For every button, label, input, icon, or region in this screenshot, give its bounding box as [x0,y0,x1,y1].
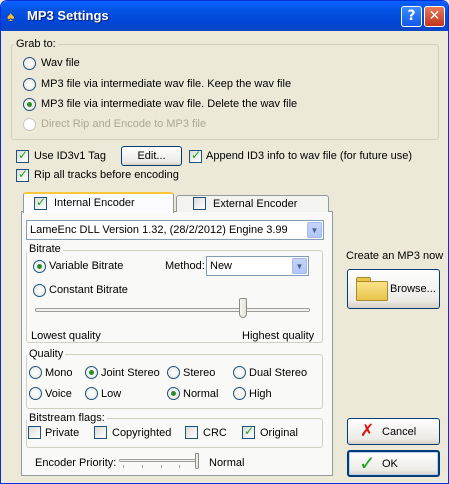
high-label[interactable]: High [249,388,272,401]
method-value: New [210,260,233,272]
original-checkbox[interactable] [242,424,255,439]
create-mp3-label: Create an MP3 now [346,250,444,262]
voice-label[interactable]: Voice [45,388,72,401]
priority-tick [161,465,162,468]
cancel-button[interactable]: ✗ Cancel [347,418,440,445]
radio-direct-rip [23,118,36,131]
variable-bitrate-label[interactable]: Variable Bitrate [49,260,123,273]
use-id3-label[interactable]: Use ID3v1 Tag [34,150,106,163]
internal-encoder-checkbox[interactable] [34,195,47,210]
original-label[interactable]: Original [260,427,298,440]
crc-checkbox[interactable] [185,426,198,439]
priority-slider-thumb[interactable] [195,453,199,469]
tab-external-encoder-label: External Encoder [213,198,298,210]
bitstream-flags-legend: Bitstream flags: [27,412,107,424]
private-checkbox[interactable] [28,426,41,439]
chevron-down-icon[interactable]: ▼ [292,258,307,274]
priority-value-label: Normal [209,457,245,469]
method-select[interactable]: New ▼ [206,256,309,276]
rip-all-label[interactable]: Rip all tracks before encoding [34,169,179,182]
append-id3-label[interactable]: Append ID3 info to wav file (for future … [206,150,412,163]
window-title: MP3 Settings [27,8,109,23]
low-label[interactable]: Low [101,388,121,401]
radio-mp3-delete-wav[interactable] [23,98,36,111]
edit-id3-button[interactable]: Edit... [121,146,182,166]
edit-id3-button-label: Edit... [137,150,166,162]
radio-dual-stereo[interactable] [233,366,246,379]
stereo-label[interactable]: Stereo [183,367,215,380]
copyrighted-checkbox[interactable] [94,426,107,439]
checkmark-icon: ✓ [359,451,376,475]
radio-variable-bitrate[interactable] [33,260,46,273]
radio-direct-rip-label: Direct Rip and Encode to MP3 file [41,118,207,130]
grab-to-legend: Grab to: [14,38,58,50]
highest-quality-label: Highest quality [242,330,315,342]
radio-mp3-keep-wav-label[interactable]: MP3 file via intermediate wav file. Keep… [41,78,291,91]
radio-high[interactable] [233,387,246,400]
tab-internal-encoder[interactable]: Internal Encoder [23,192,174,213]
browse-button-label: Browse... [390,283,436,295]
mp3-settings-window: ♠ MP3 Settings ? ✕ Grab to: Wav file MP3… [0,0,449,484]
priority-slider-track[interactable] [119,459,199,462]
crc-label[interactable]: CRC [203,427,227,440]
radio-stereo[interactable] [167,366,180,379]
priority-tick [123,465,124,468]
joint-stereo-label[interactable]: Joint Stereo [101,367,160,380]
quality-slider-thumb[interactable] [239,298,247,318]
encoder-priority-label: Encoder Priority: [35,457,117,469]
normal-label[interactable]: Normal [183,388,218,401]
folder-icon [356,277,388,301]
radio-low[interactable] [85,387,98,400]
ok-button-label: OK [382,458,398,470]
cancel-x-icon: ✗ [360,421,375,441]
cancel-button-label: Cancel [382,426,417,438]
bitrate-legend: Bitrate [27,243,63,255]
chevron-down-icon[interactable]: ▼ [307,222,322,238]
external-encoder-checkbox[interactable] [193,197,206,210]
lowest-quality-label: Lowest quality [31,330,101,342]
tab-external-encoder[interactable]: External Encoder [176,195,329,212]
browse-button[interactable]: Browse... [347,269,440,309]
radio-mp3-keep-wav[interactable] [23,78,36,91]
title-bar[interactable]: ♠ MP3 Settings ? ✕ [1,1,448,31]
method-label: Method: [165,260,205,272]
radio-wav-file[interactable] [23,57,36,70]
constant-bitrate-label[interactable]: Constant Bitrate [49,284,128,297]
mono-label[interactable]: Mono [45,367,73,380]
mp3-app-icon: ♠ [7,8,15,24]
append-id3-checkbox[interactable] [189,148,202,163]
radio-wav-file-label[interactable]: Wav file [41,57,80,70]
help-button[interactable]: ? [401,6,422,27]
radio-joint-stereo[interactable] [85,366,98,379]
close-button[interactable]: ✕ [424,6,445,27]
priority-tick [142,465,143,468]
radio-normal[interactable] [167,387,180,400]
radio-voice[interactable] [29,387,42,400]
priority-tick [179,465,180,468]
radio-mp3-delete-wav-label[interactable]: MP3 file via intermediate wav file. Dele… [41,98,297,111]
ok-button[interactable]: ✓ OK [347,450,440,477]
copyrighted-label[interactable]: Copyrighted [112,427,171,440]
radio-constant-bitrate[interactable] [33,284,46,297]
private-label[interactable]: Private [45,427,79,440]
rip-all-checkbox[interactable] [16,167,29,182]
dual-stereo-label[interactable]: Dual Stereo [249,367,307,380]
tab-internal-encoder-label: Internal Encoder [54,197,135,209]
quality-slider-track[interactable] [35,308,310,312]
encoder-version-value: LameEnc DLL Version 1.32, (28/2/2012) En… [30,224,288,236]
use-id3-checkbox[interactable] [16,148,29,163]
radio-mono[interactable] [29,366,42,379]
encoder-version-select[interactable]: LameEnc DLL Version 1.32, (28/2/2012) En… [26,220,324,240]
quality-legend: Quality [27,348,66,360]
